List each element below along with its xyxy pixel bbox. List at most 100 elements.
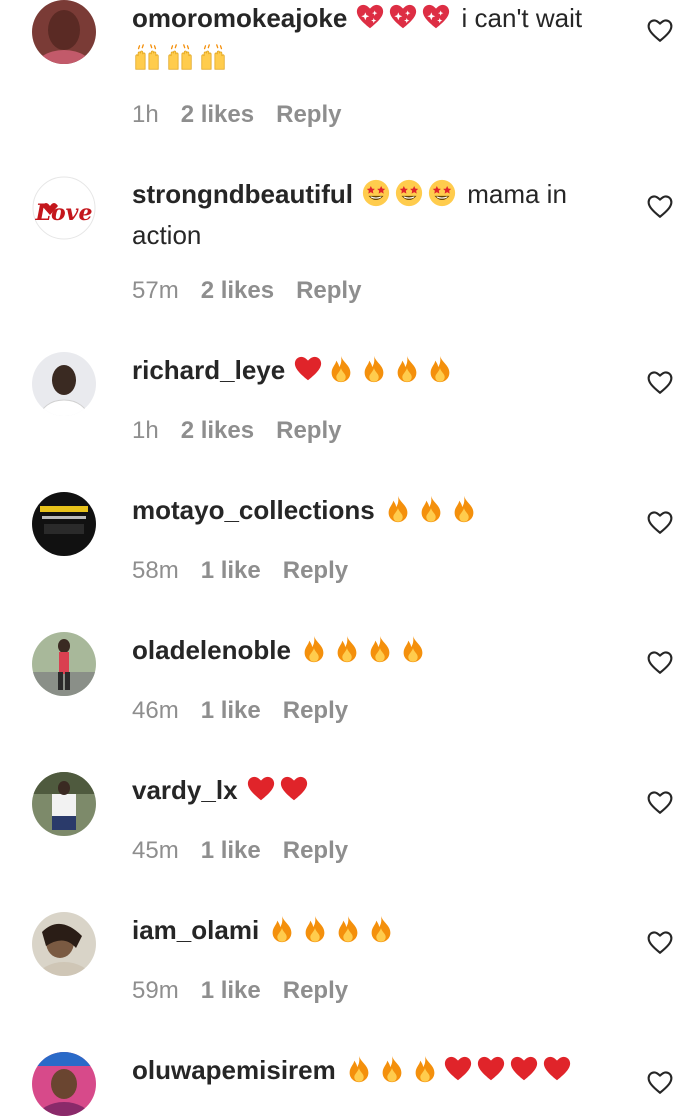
star-struck-emoji-icon xyxy=(394,178,424,217)
avatar[interactable]: Love xyxy=(32,176,96,240)
avatar[interactable] xyxy=(32,0,96,64)
red-heart-emoji-icon xyxy=(509,1054,539,1093)
comment-meta: 58m 1 like Reply xyxy=(132,556,370,586)
comment-username[interactable]: iam_olami xyxy=(132,915,259,945)
svg-text:Love: Love xyxy=(35,200,93,226)
comment-meta: 1h 2 likes Reply xyxy=(132,416,363,446)
emoji-group xyxy=(355,3,454,33)
comment-time: 1h xyxy=(132,417,159,444)
comment-username[interactable]: oladelenoble xyxy=(132,635,291,665)
fire-emoji-icon xyxy=(359,354,389,393)
avatar[interactable] xyxy=(32,912,96,976)
raising-hands-emoji-icon xyxy=(165,43,195,82)
comment-time: 46m xyxy=(132,697,179,724)
avatar[interactable] xyxy=(32,772,96,836)
comment-body: iam_olami xyxy=(132,912,604,953)
fire-emoji-icon xyxy=(344,1054,374,1093)
sparkling-heart-emoji-icon xyxy=(388,2,418,41)
likes-count[interactable]: 2 likes xyxy=(201,277,274,304)
emoji-group xyxy=(383,495,482,525)
fire-emoji-icon xyxy=(449,494,479,533)
like-heart-icon[interactable] xyxy=(647,370,673,396)
fire-emoji-icon xyxy=(333,914,363,953)
like-heart-icon[interactable] xyxy=(647,790,673,816)
comment-body: richard_leye xyxy=(132,352,604,393)
comment-time: 59m xyxy=(132,977,179,1004)
comment-meta: 59m 1 like Reply xyxy=(132,976,370,1006)
comment-time: 1h xyxy=(132,101,159,128)
fire-emoji-icon xyxy=(366,914,396,953)
likes-count[interactable]: 1 like xyxy=(201,697,261,724)
sparkling-heart-emoji-icon xyxy=(421,2,451,41)
avatar[interactable] xyxy=(32,1052,96,1116)
comment-body: oladelenoble xyxy=(132,632,604,673)
emoji-group xyxy=(132,44,231,74)
likes-count[interactable]: 1 like xyxy=(201,557,261,584)
fire-emoji-icon xyxy=(377,1054,407,1093)
comment-time: 45m xyxy=(132,837,179,864)
emoji-group xyxy=(299,635,431,665)
like-heart-icon[interactable] xyxy=(647,930,673,956)
like-heart-icon[interactable] xyxy=(647,18,673,44)
comment-body: oluwapemisirem xyxy=(132,1052,604,1093)
avatar[interactable] xyxy=(32,632,96,696)
reply-button[interactable]: Reply xyxy=(283,837,348,864)
comment-meta: 1h 2 likes Reply xyxy=(132,100,363,130)
avatar[interactable] xyxy=(32,352,96,416)
reply-button[interactable]: Reply xyxy=(283,697,348,724)
fire-emoji-icon xyxy=(416,494,446,533)
reply-button[interactable]: Reply xyxy=(283,977,348,1004)
comment-username[interactable]: omoromokeajoke xyxy=(132,3,347,33)
likes-count[interactable]: 2 likes xyxy=(181,417,254,444)
red-heart-emoji-icon xyxy=(246,774,276,813)
reply-button[interactable]: Reply xyxy=(296,277,361,304)
emoji-group xyxy=(361,179,460,209)
raising-hands-emoji-icon xyxy=(198,43,228,82)
comment-meta: 46m 1 like Reply xyxy=(132,696,370,726)
like-heart-icon[interactable] xyxy=(647,650,673,676)
comment-body: vardy_lx xyxy=(132,772,604,813)
fire-emoji-icon xyxy=(398,634,428,673)
comment-body: strongndbeautiful mama in action xyxy=(132,176,604,253)
emoji-group xyxy=(267,915,399,945)
likes-count[interactable]: 1 like xyxy=(201,837,261,864)
comment-time: 57m xyxy=(132,277,179,304)
star-struck-emoji-icon xyxy=(427,178,457,217)
red-heart-emoji-icon xyxy=(542,1054,572,1093)
comment-body: omoromokeajoke i can't wait xyxy=(132,0,604,82)
like-heart-icon[interactable] xyxy=(647,1070,673,1096)
fire-emoji-icon xyxy=(425,354,455,393)
fire-emoji-icon xyxy=(326,354,356,393)
emoji-group xyxy=(293,355,458,385)
fire-emoji-icon xyxy=(365,634,395,673)
reply-button[interactable]: Reply xyxy=(276,417,341,444)
likes-count[interactable]: 2 likes xyxy=(181,101,254,128)
red-heart-emoji-icon xyxy=(279,774,309,813)
fire-emoji-icon xyxy=(267,914,297,953)
comment-body: motayo_collections xyxy=(132,492,604,533)
comment-username[interactable]: oluwapemisirem xyxy=(132,1055,336,1085)
fire-emoji-icon xyxy=(392,354,422,393)
like-heart-icon[interactable] xyxy=(647,510,673,536)
fire-emoji-icon xyxy=(300,914,330,953)
comment-username[interactable]: vardy_lx xyxy=(132,775,238,805)
like-heart-icon[interactable] xyxy=(647,194,673,220)
sparkling-heart-emoji-icon xyxy=(355,2,385,41)
comment-time: 58m xyxy=(132,557,179,584)
comment-username[interactable]: strongndbeautiful xyxy=(132,179,353,209)
reply-button[interactable]: Reply xyxy=(283,557,348,584)
comment-username[interactable]: richard_leye xyxy=(132,355,285,385)
red-heart-emoji-icon xyxy=(293,354,323,393)
star-struck-emoji-icon xyxy=(361,178,391,217)
avatar[interactable] xyxy=(32,492,96,556)
comment-text: i can't wait xyxy=(461,3,583,33)
fire-emoji-icon xyxy=(410,1054,440,1093)
red-heart-emoji-icon xyxy=(476,1054,506,1093)
likes-count[interactable]: 1 like xyxy=(201,977,261,1004)
red-heart-emoji-icon xyxy=(443,1054,473,1093)
emoji-group xyxy=(344,1055,575,1085)
comment-username[interactable]: motayo_collections xyxy=(132,495,375,525)
fire-emoji-icon xyxy=(299,634,329,673)
fire-emoji-icon xyxy=(383,494,413,533)
reply-button[interactable]: Reply xyxy=(276,101,341,128)
